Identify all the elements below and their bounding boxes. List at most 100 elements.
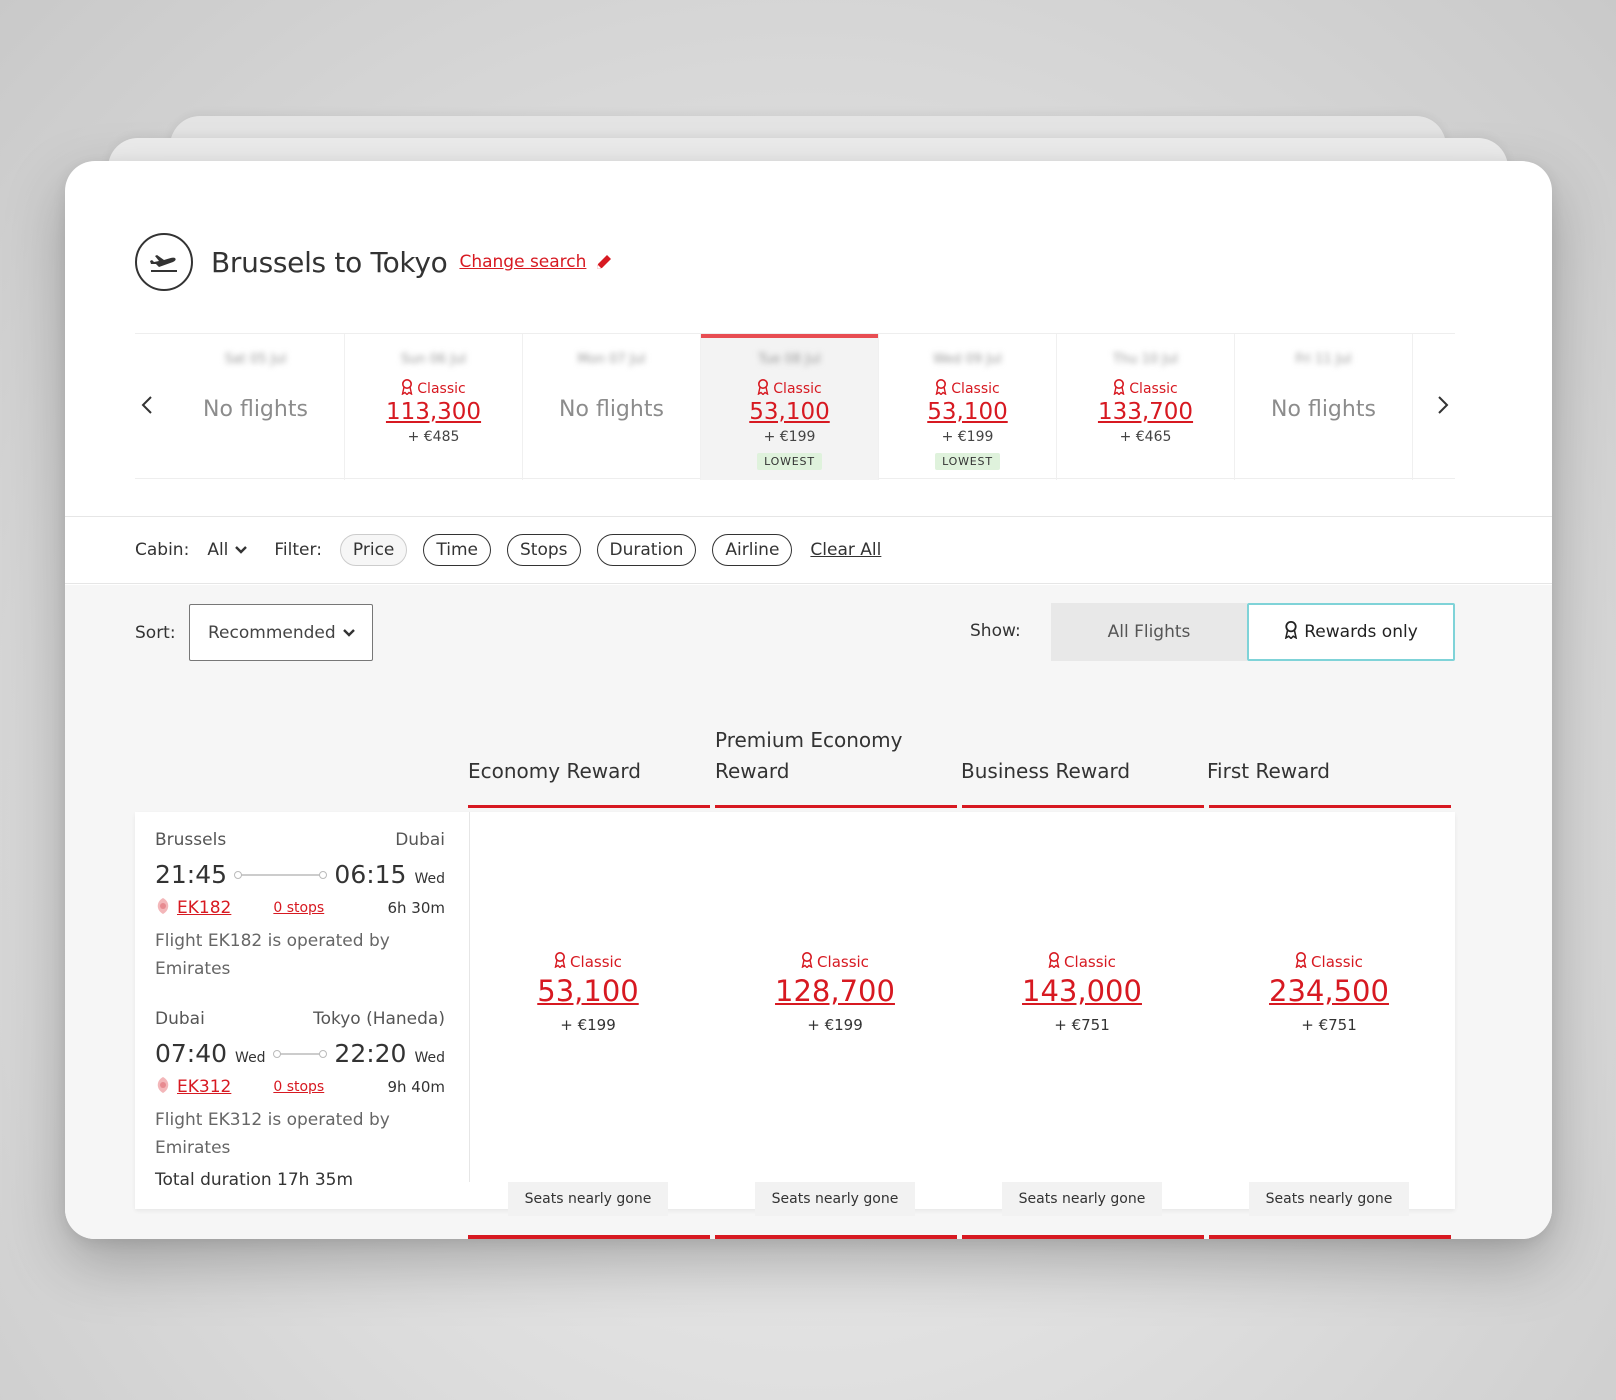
fare-type-label: Classic xyxy=(1064,953,1116,971)
date-cell[interactable]: Sun 06 Jul Classic 113,300 + €485 xyxy=(345,334,523,480)
page-header: Brussels to Tokyo Change search xyxy=(135,233,614,291)
fare-price[interactable]: 53,100 xyxy=(468,974,708,1008)
stops-link[interactable]: 0 stops xyxy=(273,1079,324,1095)
filter-chip-stops[interactable]: Stops xyxy=(507,534,581,566)
flight-number-link[interactable]: EK312 xyxy=(177,1077,231,1097)
destination-city: Dubai xyxy=(395,830,445,850)
fare-type-label: Classic xyxy=(773,381,822,397)
fare-cell-premium-economy[interactable]: Classic 128,700 + €199 xyxy=(715,952,955,1034)
rewards-only-label: Rewards only xyxy=(1304,622,1418,642)
fare-cell-economy[interactable]: Classic 53,100 + €199 xyxy=(468,952,708,1034)
chevron-down-icon xyxy=(342,623,356,643)
arrival-day: Wed xyxy=(414,871,445,887)
fare-fee: + €751 xyxy=(1301,1016,1357,1034)
airline-logo-icon xyxy=(155,1076,171,1098)
award-ribbon-icon xyxy=(1113,379,1125,399)
arrival-time: 22:20 xyxy=(334,1039,407,1068)
date-price[interactable]: 53,100 xyxy=(879,399,1056,425)
chevron-left-icon[interactable] xyxy=(135,390,159,420)
itinerary: Brussels Dubai 21:45 06:15 Wed EK182 0 st… xyxy=(135,812,470,1190)
departure-time: 07:40 xyxy=(155,1039,228,1068)
clear-all-link[interactable]: Clear All xyxy=(810,540,881,560)
fare-fee: + €199 xyxy=(807,1016,863,1034)
filter-chip-duration[interactable]: Duration xyxy=(596,534,697,566)
date-label: Sun 06 Jul xyxy=(400,352,467,367)
seats-nearly-gone-badge: Seats nearly gone xyxy=(1249,1182,1409,1216)
fare-cell-first[interactable]: Classic 234,500 + €751 xyxy=(1209,952,1449,1034)
chevron-down-icon xyxy=(234,540,248,560)
arrival-day: Wed xyxy=(414,1050,445,1066)
destination-city: Tokyo (Haneda) xyxy=(313,1009,445,1029)
date-fee: + €485 xyxy=(407,429,460,445)
filter-label: Filter: xyxy=(274,540,322,560)
fare-fee: + €751 xyxy=(1054,1016,1110,1034)
date-cell[interactable]: Fri 11 Jul No flights xyxy=(1235,334,1413,480)
flight-number-link[interactable]: EK182 xyxy=(177,898,231,918)
page-title: Brussels to Tokyo xyxy=(211,245,448,279)
fare-fee: + €199 xyxy=(560,1016,616,1034)
date-label: Mon 07 Jul xyxy=(577,352,646,367)
departure-day: Wed xyxy=(235,1050,266,1066)
cabin-dropdown[interactable]: All xyxy=(207,540,248,560)
operated-by-text: Flight EK182 is operated by Emirates xyxy=(155,931,390,979)
award-ribbon-icon xyxy=(1284,620,1298,644)
date-cell[interactable]: Sat 05 Jul No flights xyxy=(167,334,345,480)
date-cell-selected[interactable]: Tue 08 Jul Classic 53,100 + €199 LOWEST xyxy=(701,334,879,480)
sort-value: Recommended xyxy=(208,622,336,643)
filter-chip-price[interactable]: Price xyxy=(339,534,408,566)
no-flights-text: No flights xyxy=(559,397,664,422)
award-ribbon-icon xyxy=(1295,952,1307,972)
award-ribbon-icon xyxy=(401,379,413,399)
stops-link[interactable]: 0 stops xyxy=(273,900,324,916)
seats-nearly-gone-badge: Seats nearly gone xyxy=(1002,1182,1162,1216)
column-divider xyxy=(1209,805,1451,808)
date-label: Fri 11 Jul xyxy=(1295,352,1352,367)
sort-dropdown[interactable]: Recommended xyxy=(189,604,373,661)
date-label: Thu 10 Jul xyxy=(1113,352,1178,367)
fare-cell-business[interactable]: Classic 143,000 + €751 xyxy=(962,952,1202,1034)
fare-price[interactable]: 128,700 xyxy=(715,974,955,1008)
award-ribbon-icon xyxy=(1048,952,1060,972)
rewards-only-toggle[interactable]: Rewards only xyxy=(1247,603,1455,661)
date-label: Sat 05 Jul xyxy=(224,352,287,367)
seats-nearly-gone-badge: Seats nearly gone xyxy=(755,1182,915,1216)
column-divider xyxy=(962,805,1204,808)
date-carousel: Sat 05 Jul No flights Sun 06 Jul Classic… xyxy=(135,333,1455,480)
column-divider xyxy=(715,805,957,808)
fare-price[interactable]: 143,000 xyxy=(962,974,1202,1008)
fare-type-label: Classic xyxy=(1311,953,1363,971)
origin-city: Brussels xyxy=(155,830,227,850)
chevron-right-icon[interactable] xyxy=(1431,390,1455,420)
pencil-icon[interactable] xyxy=(594,252,614,272)
fare-type-label: Classic xyxy=(570,953,622,971)
date-fee: + €465 xyxy=(1119,429,1172,445)
column-header-premium-economy: Premium Economy Reward xyxy=(715,728,903,783)
show-label: Show: xyxy=(970,621,1021,641)
route-line xyxy=(234,870,328,879)
arrival-time: 06:15 xyxy=(334,860,407,889)
column-divider xyxy=(468,805,710,808)
filter-chip-airline[interactable]: Airline xyxy=(712,534,793,566)
plane-takeoff-icon xyxy=(135,233,193,291)
column-divider xyxy=(715,1235,957,1239)
segment: Dubai Tokyo (Haneda) 07:40 Wed 22:20 Wed E… xyxy=(155,1009,445,1162)
fare-type-label: Classic xyxy=(817,953,869,971)
date-cell[interactable]: Thu 10 Jul Classic 133,700 + €465 xyxy=(1057,334,1235,480)
fare-price[interactable]: 234,500 xyxy=(1209,974,1449,1008)
segment: Brussels Dubai 21:45 06:15 Wed EK182 0 st… xyxy=(155,830,445,983)
column-divider xyxy=(1209,1235,1451,1239)
segment-duration: 9h 40m xyxy=(387,1078,445,1096)
date-price[interactable]: 53,100 xyxy=(701,399,878,425)
award-ribbon-icon xyxy=(935,379,947,399)
filter-chip-time[interactable]: Time xyxy=(423,534,492,566)
award-ribbon-icon xyxy=(554,952,566,972)
change-search-link[interactable]: Change search xyxy=(459,252,586,272)
date-fee: + €199 xyxy=(941,429,994,445)
all-flights-toggle[interactable]: All Flights xyxy=(1051,603,1247,661)
date-price[interactable]: 113,300 xyxy=(345,399,522,425)
date-cell[interactable]: Mon 07 Jul No flights xyxy=(523,334,701,480)
date-price[interactable]: 133,700 xyxy=(1057,399,1234,425)
date-cell[interactable]: Wed 09 Jul Classic 53,100 + €199 LOWEST xyxy=(879,334,1057,480)
column-divider xyxy=(962,1235,1204,1239)
filter-bar: Cabin: All Filter: Price Time Stops Dura… xyxy=(65,516,1552,584)
